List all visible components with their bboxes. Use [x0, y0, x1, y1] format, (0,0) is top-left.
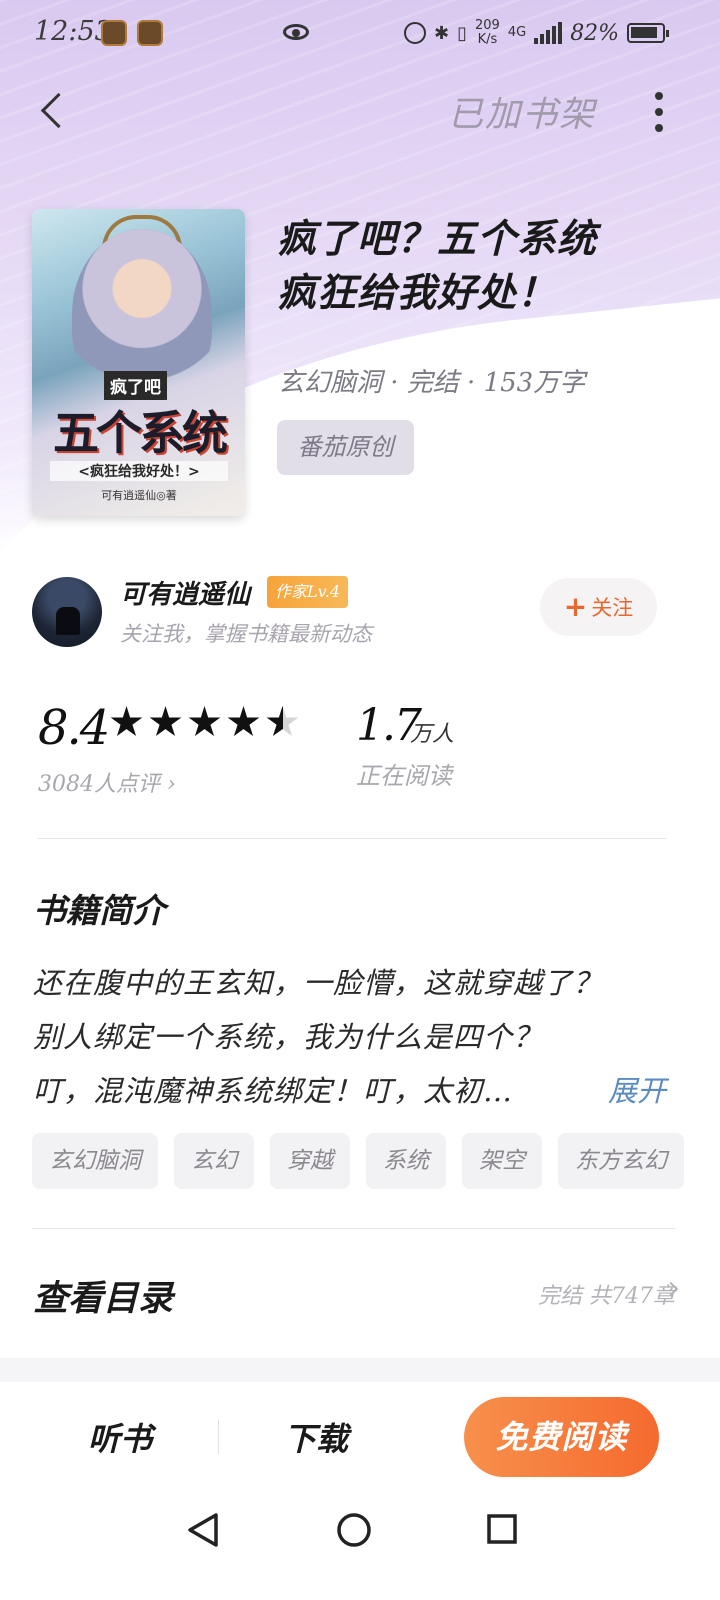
- circle-home-icon[interactable]: [336, 1512, 372, 1548]
- author-avatar[interactable]: [32, 577, 102, 647]
- section-separator: [0, 1358, 720, 1382]
- book-cover[interactable]: 疯了吧 五个系统 <疯狂给我好处！> 可有逍遥仙◎著: [32, 209, 245, 516]
- status-icons: ✱ ▯ 209 K/s 4G 82%: [404, 16, 670, 50]
- intro-text-line[interactable]: 叮，混沌魔神系统绑定！叮，太初…: [33, 1068, 513, 1110]
- star-icon: [188, 706, 221, 737]
- app-notification-icon: [137, 20, 163, 46]
- signal-icon: [534, 22, 563, 44]
- triangle-back-icon[interactable]: [186, 1512, 220, 1548]
- tag-chip[interactable]: 架空: [462, 1133, 542, 1189]
- author-level-badge: 作家Lv.4: [267, 576, 349, 608]
- rating-score: 8.4: [38, 700, 110, 756]
- square-recent-icon[interactable]: [486, 1513, 518, 1545]
- follow-label: 关注: [591, 596, 634, 620]
- tag-chip[interactable]: 玄幻脑洞: [32, 1133, 158, 1189]
- intro-text-line[interactable]: 还在腹中的王玄知，一脸懵，这就穿越了？: [33, 960, 603, 1002]
- author-description: 关注我，掌握书籍最新动态: [120, 622, 372, 646]
- cover-author: 可有逍遥仙◎著: [101, 489, 177, 502]
- book-title-line: 疯了吧？五个系统: [277, 216, 598, 262]
- divider: [38, 838, 666, 839]
- bluetooth-icon: ✱: [434, 22, 450, 44]
- back-icon[interactable]: [36, 88, 76, 134]
- star-icon: [149, 706, 182, 737]
- vibrate-icon: ▯: [457, 22, 467, 44]
- publisher-tag[interactable]: 番茄原创: [277, 420, 414, 475]
- book-meta: 玄幻脑洞 · 完结 · 153万字: [278, 368, 586, 398]
- tag-chip[interactable]: 东方玄幻: [558, 1133, 684, 1189]
- intro-text-line[interactable]: 别人绑定一个系统，我为什么是四个？: [33, 1014, 543, 1056]
- listen-button[interactable]: 听书: [88, 1414, 152, 1460]
- eye-icon: [283, 24, 309, 40]
- readers-unit: 万人: [410, 722, 455, 747]
- half-star-icon: [266, 706, 299, 737]
- tag-chip[interactable]: 穿越: [270, 1133, 350, 1189]
- cover-sub-title: <疯狂给我好处！>: [50, 461, 228, 481]
- intro-heading: 书籍简介: [33, 891, 165, 930]
- author-name[interactable]: 可有逍遥仙: [120, 574, 250, 611]
- readers-label: 正在阅读: [356, 762, 452, 790]
- divider: [32, 1228, 676, 1229]
- battery-icon: [627, 23, 670, 43]
- added-to-shelf-label[interactable]: 已加书架: [448, 86, 596, 137]
- alarm-icon: [404, 22, 426, 44]
- tag-chip[interactable]: 系统: [366, 1133, 446, 1189]
- battery-percent: 82%: [570, 20, 620, 46]
- plus-icon: +: [563, 590, 588, 623]
- download-button[interactable]: 下载: [284, 1414, 348, 1460]
- network-type: 4G: [507, 25, 527, 40]
- network-speed: 209 K/s: [475, 18, 500, 47]
- divider: [218, 1420, 219, 1454]
- follow-button[interactable]: + 关注: [540, 578, 657, 636]
- more-vertical-icon[interactable]: [646, 92, 672, 132]
- book-title: 疯了吧？五个系统 疯狂给我好处！: [277, 212, 697, 320]
- rating-stars: [110, 706, 299, 739]
- catalog-heading[interactable]: 查看目录: [33, 1270, 173, 1321]
- free-read-button[interactable]: 免费阅读: [464, 1397, 659, 1477]
- tag-list[interactable]: 玄幻脑洞 玄幻 穿越 系统 架空 东方玄幻: [32, 1133, 720, 1189]
- cover-small-title: 疯了吧: [104, 371, 167, 400]
- expand-button[interactable]: 展开: [608, 1068, 666, 1110]
- status-bar: 12:53 ✱ ▯ 209 K/s 4G 82%: [0, 0, 720, 66]
- book-title-line: 疯狂给我好处！: [277, 270, 558, 316]
- star-icon: [110, 706, 143, 737]
- catalog-status[interactable]: 完结 共747章: [538, 1278, 675, 1310]
- tag-chip[interactable]: 玄幻: [174, 1133, 254, 1189]
- star-icon: [227, 706, 260, 737]
- app-notification-icon: [101, 20, 127, 46]
- review-count-link[interactable]: 3084人点评 ›: [38, 766, 176, 798]
- cover-big-title: 五个系统: [53, 406, 228, 460]
